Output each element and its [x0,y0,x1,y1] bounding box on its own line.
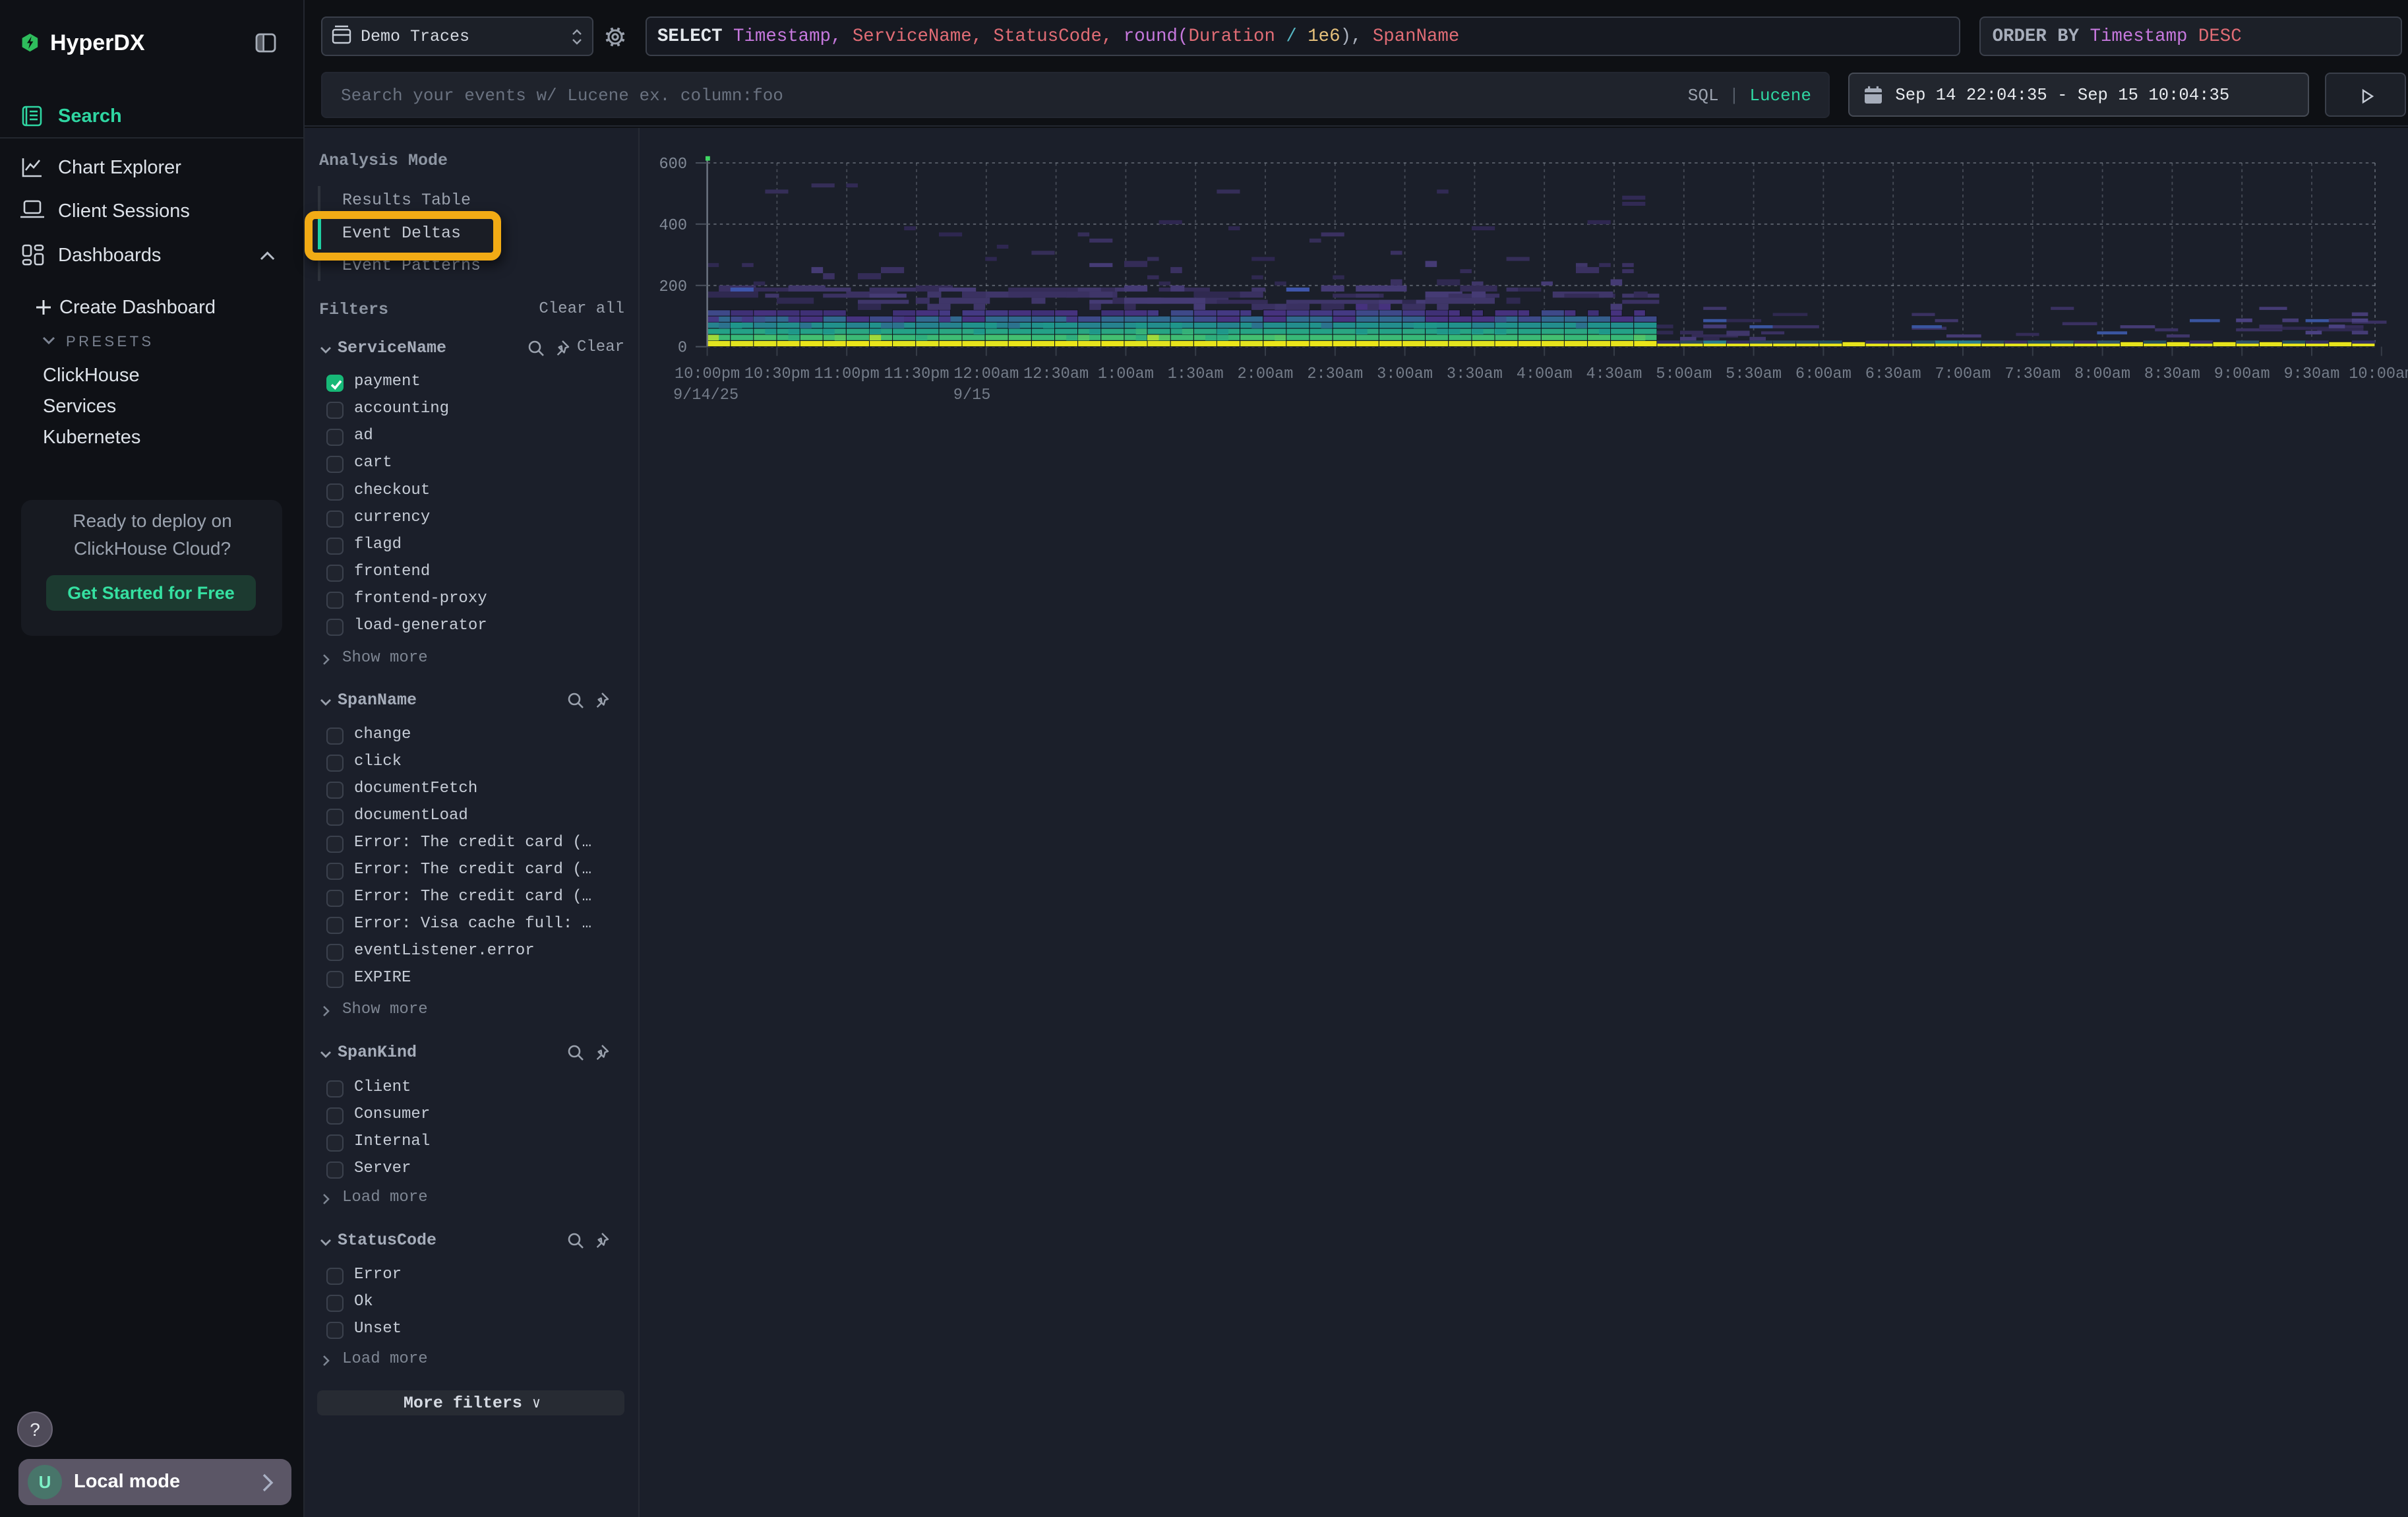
svg-text:4:00am: 4:00am [1517,365,1573,383]
svg-text:6:30am: 6:30am [1865,365,1921,383]
svg-text:9:00am: 9:00am [2214,365,2270,383]
svg-text:8:30am: 8:30am [2144,365,2200,383]
svg-text:2:30am: 2:30am [1307,365,1363,383]
svg-text:200: 200 [659,278,687,296]
svg-text:12:30am: 12:30am [1023,365,1089,383]
svg-text:3:30am: 3:30am [1447,365,1503,383]
svg-text:11:30pm: 11:30pm [884,365,949,383]
svg-text:1:00am: 1:00am [1098,365,1154,383]
svg-text:7:30am: 7:30am [2004,365,2061,383]
svg-text:2:00am: 2:00am [1238,365,1294,383]
svg-text:4:30am: 4:30am [1586,365,1642,383]
svg-text:10:30pm: 10:30pm [744,365,810,383]
svg-text:400: 400 [659,217,687,235]
svg-text:9/14/25: 9/14/25 [673,387,738,404]
svg-text:0: 0 [678,340,687,357]
svg-text:7:00am: 7:00am [1935,365,1991,383]
svg-text:3:00am: 3:00am [1377,365,1433,383]
svg-text:11:00pm: 11:00pm [814,365,880,383]
svg-text:1:30am: 1:30am [1168,365,1224,383]
svg-text:8:00am: 8:00am [2074,365,2130,383]
svg-text:5:00am: 5:00am [1656,365,1712,383]
svg-text:9:30am: 9:30am [2284,365,2340,383]
svg-text:9/15: 9/15 [953,387,991,404]
svg-text:10:00pm: 10:00pm [675,365,740,383]
svg-text:5:30am: 5:30am [1726,365,1782,383]
svg-text:6:00am: 6:00am [1795,365,1851,383]
svg-text:12:00am: 12:00am [953,365,1019,383]
svg-text:600: 600 [659,156,687,173]
svg-text:10:00am: 10:00am [2349,365,2408,383]
